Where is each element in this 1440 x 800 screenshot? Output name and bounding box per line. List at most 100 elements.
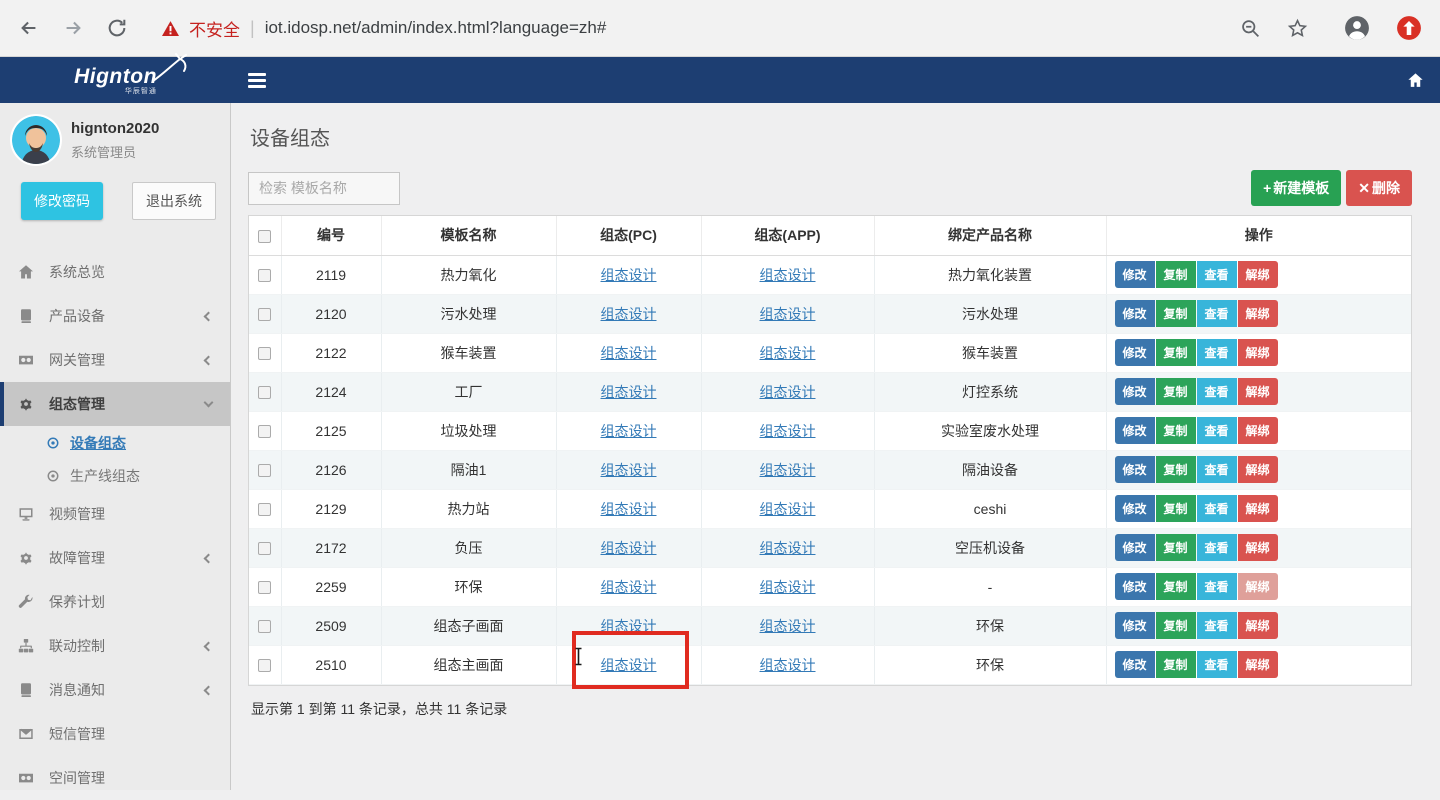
view-button[interactable]: 查看 — [1197, 495, 1237, 522]
config-design-link-pc[interactable]: 组态设计 — [601, 345, 657, 361]
view-button[interactable]: 查看 — [1197, 261, 1237, 288]
back-icon[interactable] — [18, 17, 40, 39]
unbind-button[interactable]: 解绑 — [1238, 612, 1278, 639]
edit-button[interactable]: 修改 — [1115, 651, 1155, 678]
config-design-link-app[interactable]: 组态设计 — [760, 306, 816, 322]
copy-button[interactable]: 复制 — [1156, 378, 1196, 405]
sidebar-item-4[interactable]: 视频管理 — [0, 492, 230, 536]
config-design-link-app[interactable]: 组态设计 — [760, 501, 816, 517]
view-button[interactable]: 查看 — [1197, 417, 1237, 444]
view-button[interactable]: 查看 — [1197, 651, 1237, 678]
copy-button[interactable]: 复制 — [1156, 573, 1196, 600]
row-checkbox[interactable] — [258, 542, 271, 555]
search-input[interactable] — [248, 172, 400, 205]
config-design-link-pc[interactable]: 组态设计 — [601, 540, 657, 556]
row-checkbox[interactable] — [258, 659, 271, 672]
config-design-link-pc[interactable]: 组态设计 — [601, 657, 657, 673]
edit-button[interactable]: 修改 — [1115, 378, 1155, 405]
sidebar-item-10[interactable]: 空间管理 — [0, 756, 230, 800]
config-design-link-pc[interactable]: 组态设计 — [601, 579, 657, 595]
edit-button[interactable]: 修改 — [1115, 456, 1155, 483]
update-icon[interactable] — [1396, 15, 1422, 41]
sidebar-item-0[interactable]: 系统总览 — [0, 250, 230, 294]
edit-button[interactable]: 修改 — [1115, 339, 1155, 366]
sidebar-toggle-icon[interactable] — [248, 73, 266, 88]
brand-logo[interactable]: Hignton 华辰智通 — [0, 65, 231, 96]
edit-button[interactable]: 修改 — [1115, 261, 1155, 288]
edit-button[interactable]: 修改 — [1115, 495, 1155, 522]
change-password-button[interactable]: 修改密码 — [21, 182, 103, 220]
config-design-link-app[interactable]: 组态设计 — [760, 618, 816, 634]
row-checkbox[interactable] — [258, 425, 271, 438]
edit-button[interactable]: 修改 — [1115, 612, 1155, 639]
copy-button[interactable]: 复制 — [1156, 417, 1196, 444]
bookmark-star-icon[interactable] — [1287, 18, 1308, 39]
row-checkbox[interactable] — [258, 347, 271, 360]
unbind-button[interactable]: 解绑 — [1238, 651, 1278, 678]
config-design-link-app[interactable]: 组态设计 — [760, 267, 816, 283]
unbind-button[interactable]: 解绑 — [1238, 534, 1278, 561]
unbind-button[interactable]: 解绑 — [1238, 456, 1278, 483]
sidebar-item-9[interactable]: 短信管理 — [0, 712, 230, 756]
view-button[interactable]: 查看 — [1197, 612, 1237, 639]
config-design-link-app[interactable]: 组态设计 — [760, 384, 816, 400]
copy-button[interactable]: 复制 — [1156, 612, 1196, 639]
security-warning-label[interactable]: 不安全 — [189, 16, 240, 41]
view-button[interactable]: 查看 — [1197, 378, 1237, 405]
config-design-link-app[interactable]: 组态设计 — [760, 579, 816, 595]
edit-button[interactable]: 修改 — [1115, 534, 1155, 561]
view-button[interactable]: 查看 — [1197, 300, 1237, 327]
config-design-link-app[interactable]: 组态设计 — [760, 423, 816, 439]
config-design-link-pc[interactable]: 组态设计 — [601, 384, 657, 400]
edit-button[interactable]: 修改 — [1115, 573, 1155, 600]
address-bar[interactable]: 不安全 | iot.idosp.net/admin/index.html?lan… — [162, 16, 606, 41]
sidebar-item-5[interactable]: 故障管理 — [0, 536, 230, 580]
view-button[interactable]: 查看 — [1197, 573, 1237, 600]
copy-button[interactable]: 复制 — [1156, 534, 1196, 561]
copy-button[interactable]: 复制 — [1156, 651, 1196, 678]
config-design-link-pc[interactable]: 组态设计 — [601, 267, 657, 283]
view-button[interactable]: 查看 — [1197, 534, 1237, 561]
view-button[interactable]: 查看 — [1197, 456, 1237, 483]
unbind-button[interactable]: 解绑 — [1238, 417, 1278, 444]
row-checkbox[interactable] — [258, 464, 271, 477]
config-design-link-pc[interactable]: 组态设计 — [601, 423, 657, 439]
new-template-button[interactable]: +新建模板 — [1251, 170, 1341, 206]
view-button[interactable]: 查看 — [1197, 339, 1237, 366]
copy-button[interactable]: 复制 — [1156, 300, 1196, 327]
config-design-link-pc[interactable]: 组态设计 — [601, 618, 657, 634]
config-design-link-pc[interactable]: 组态设计 — [601, 306, 657, 322]
unbind-button[interactable]: 解绑 — [1238, 300, 1278, 327]
config-design-link-app[interactable]: 组态设计 — [760, 657, 816, 673]
reload-icon[interactable] — [106, 17, 128, 39]
row-checkbox[interactable] — [258, 269, 271, 282]
forward-icon[interactable] — [62, 17, 84, 39]
profile-icon[interactable] — [1344, 15, 1370, 41]
row-checkbox[interactable] — [258, 503, 271, 516]
unbind-button[interactable]: 解绑 — [1238, 495, 1278, 522]
sidebar-item-7[interactable]: 联动控制 — [0, 624, 230, 668]
row-checkbox[interactable] — [258, 386, 271, 399]
copy-button[interactable]: 复制 — [1156, 261, 1196, 288]
zoom-out-icon[interactable] — [1240, 18, 1261, 39]
edit-button[interactable]: 修改 — [1115, 417, 1155, 444]
delete-button[interactable]: ✕删除 — [1346, 170, 1412, 206]
config-design-link-app[interactable]: 组态设计 — [760, 462, 816, 478]
select-all-checkbox[interactable] — [258, 230, 271, 243]
row-checkbox[interactable] — [258, 581, 271, 594]
config-design-link-pc[interactable]: 组态设计 — [601, 462, 657, 478]
sidebar-item-3[interactable]: 组态管理 — [0, 382, 230, 426]
logout-button[interactable]: 退出系统 — [132, 182, 216, 220]
row-checkbox[interactable] — [258, 308, 271, 321]
home-icon[interactable] — [1406, 71, 1425, 90]
unbind-button[interactable]: 解绑 — [1238, 378, 1278, 405]
sidebar-item-2[interactable]: 网关管理 — [0, 338, 230, 382]
config-design-link-pc[interactable]: 组态设计 — [601, 501, 657, 517]
sidebar-subitem-3-0[interactable]: 设备组态 — [0, 426, 230, 459]
url-text[interactable]: iot.idosp.net/admin/index.html?language=… — [265, 18, 607, 38]
sidebar-item-6[interactable]: 保养计划 — [0, 580, 230, 624]
copy-button[interactable]: 复制 — [1156, 456, 1196, 483]
copy-button[interactable]: 复制 — [1156, 495, 1196, 522]
unbind-button[interactable]: 解绑 — [1238, 261, 1278, 288]
sidebar-item-8[interactable]: 消息通知 — [0, 668, 230, 712]
